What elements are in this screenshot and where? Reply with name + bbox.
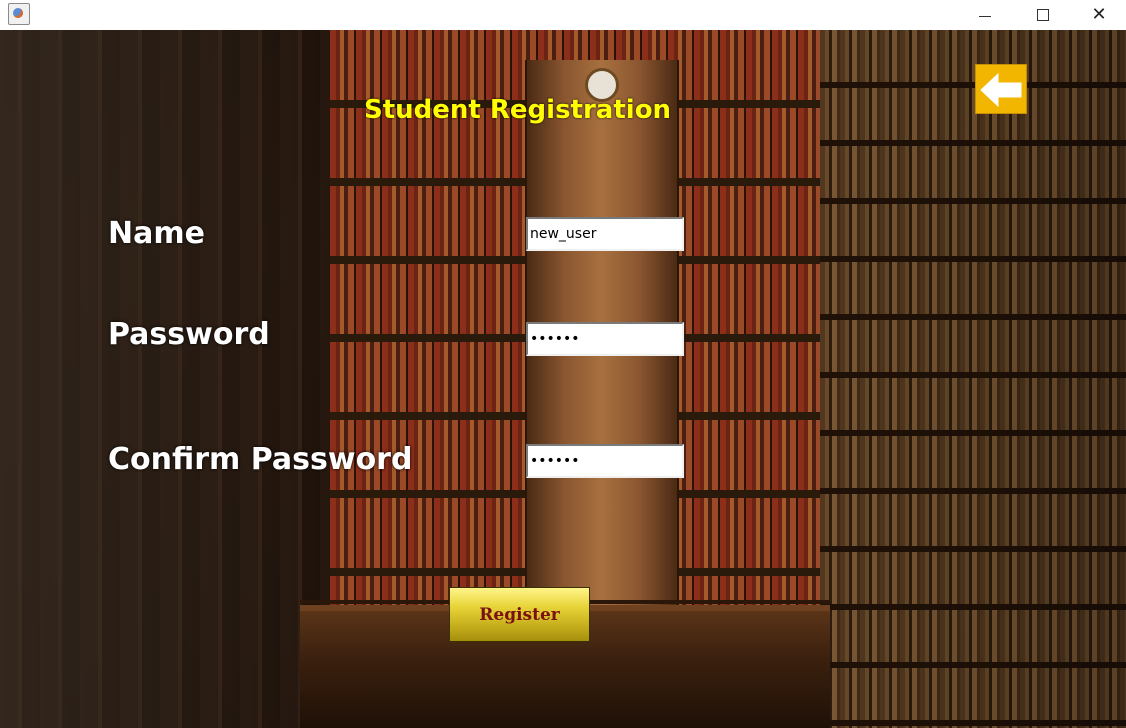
maximize-icon (1037, 9, 1049, 21)
name-label: Name (108, 216, 205, 251)
confirm-password-label: Confirm Password (108, 442, 413, 477)
page-title: Student Registration (364, 95, 672, 125)
java-app-icon[interactable] (8, 3, 30, 25)
left-wall (0, 30, 330, 728)
register-button[interactable]: Register (449, 587, 590, 642)
window-title-bar: ✕ (0, 0, 1126, 31)
close-button[interactable]: ✕ (1076, 0, 1122, 30)
maximize-button[interactable] (1020, 0, 1066, 30)
password-field[interactable] (526, 322, 684, 356)
confirm-password-field[interactable] (526, 444, 684, 478)
right-bookshelves (820, 30, 1126, 728)
back-button[interactable] (975, 64, 1027, 114)
minimize-button[interactable] (962, 0, 1008, 30)
password-label: Password (108, 317, 270, 352)
close-icon: ✕ (1091, 4, 1107, 25)
minimize-icon (979, 15, 991, 17)
back-arrow-icon (980, 72, 1022, 108)
name-field[interactable] (526, 217, 684, 251)
